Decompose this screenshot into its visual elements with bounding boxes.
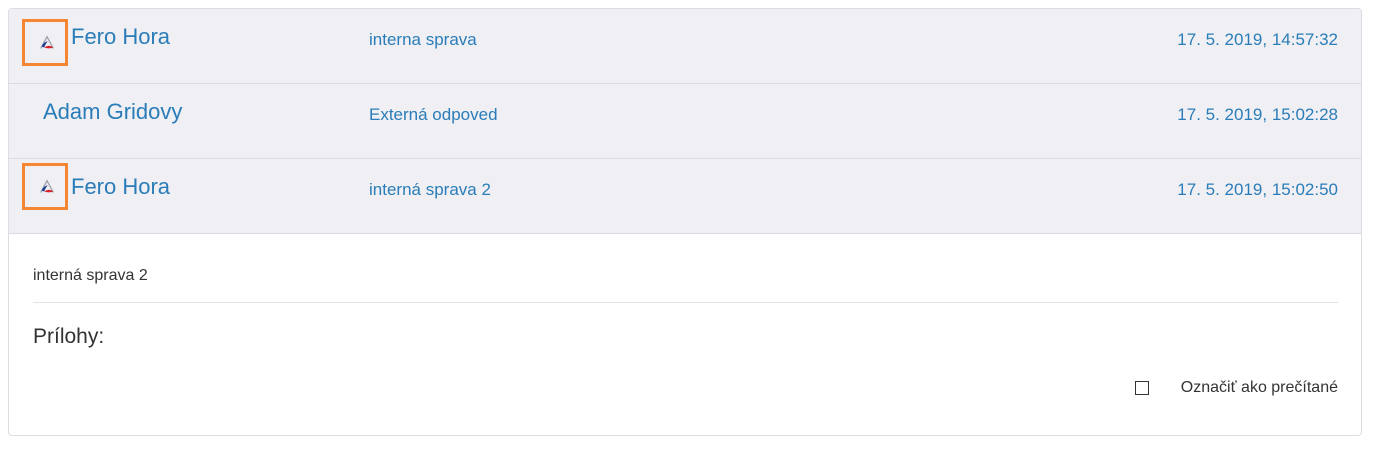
message-row[interactable]: Adam Gridovy Externá odpoved 17. 5. 2019… — [9, 84, 1361, 159]
attachments-heading: Prílohy: — [33, 325, 105, 348]
internal-sender-logo-highlight — [22, 163, 68, 210]
message-subject[interactable]: interná sprava 2 — [369, 179, 491, 201]
mark-as-read-toggle[interactable]: Označiť ako prečítané — [1134, 378, 1338, 398]
message-subject[interactable]: Externá odpoved — [369, 104, 498, 126]
sender-name[interactable]: Fero Hora — [71, 174, 170, 200]
message-body: interná sprava 2 — [33, 267, 148, 284]
message-subject[interactable]: interna sprava — [369, 29, 477, 51]
message-timestamp: 17. 5. 2019, 15:02:28 — [1177, 105, 1338, 124]
message-timestamp: 17. 5. 2019, 15:02:50 — [1177, 180, 1338, 199]
sender-name[interactable]: Fero Hora — [71, 24, 170, 50]
message-row[interactable]: Fero Hora interna sprava 17. 5. 2019, 14… — [9, 9, 1361, 84]
sender-name[interactable]: Adam Gridovy — [43, 99, 182, 125]
message-detail: interná sprava 2 Prílohy: Označiť ako pr… — [9, 234, 1361, 435]
message-timestamp: 17. 5. 2019, 14:57:32 — [1177, 30, 1338, 49]
divider — [33, 302, 1338, 303]
company-logo-icon — [40, 35, 54, 49]
message-thread-panel: Fero Hora interna sprava 17. 5. 2019, 14… — [8, 8, 1362, 436]
internal-sender-logo-highlight — [22, 19, 68, 66]
mark-as-read-checkbox[interactable] — [1134, 381, 1149, 395]
message-row[interactable]: Fero Hora interná sprava 2 17. 5. 2019, … — [9, 159, 1361, 234]
mark-as-read-label[interactable]: Označiť ako prečítané — [1181, 378, 1338, 398]
company-logo-icon — [40, 179, 54, 193]
